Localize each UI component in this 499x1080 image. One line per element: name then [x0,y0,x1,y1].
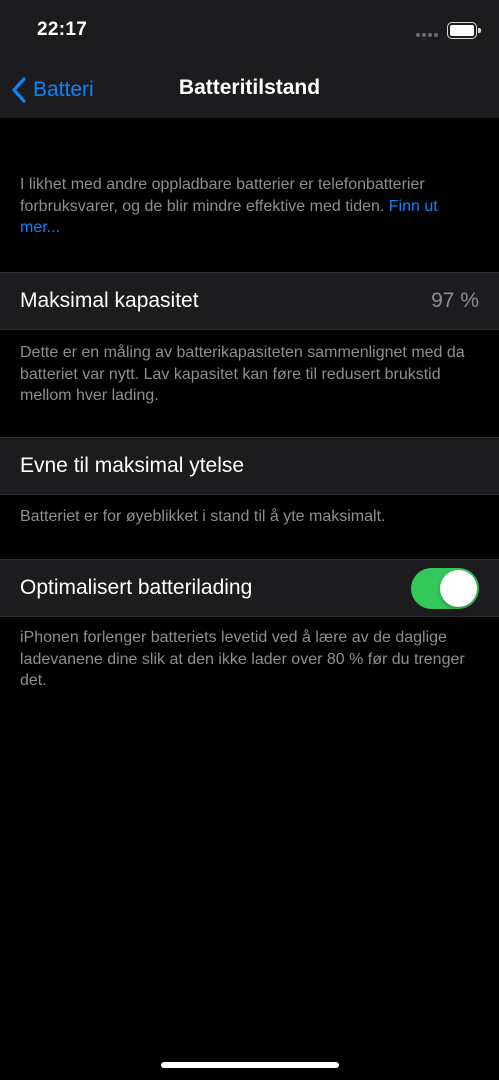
status-time: 22:17 [37,19,88,40]
navigation-bar: Batteritilstand Batteri [0,62,499,118]
max-capacity-footer: Dette er en måling av batterikapasiteten… [20,344,465,404]
peak-performance-footer: Batteriet er for øyeblikket i stand til … [20,508,386,525]
optimized-charging-footer: iPhonen forlenger batteriets levetid ved… [20,629,465,689]
max-capacity-value: 97 % [431,289,479,312]
battery-health-screen: 22:17 Batteritilstand Batteri I likhet m… [0,0,499,1080]
max-capacity-label: Maksimal kapasitet [20,289,199,312]
peak-performance-label: Evne til maksimal ytelse [20,454,245,477]
max-capacity-row: Maksimal kapasitet 97 % [0,272,499,330]
optimized-charging-label: Optimalisert batterilading [20,576,253,599]
back-button[interactable]: Batteri [10,62,94,118]
battery-icon [447,22,481,39]
toggle-knob [440,570,477,607]
signal-dots-icon [416,33,438,37]
optimized-charging-row: Optimalisert batterilading [0,559,499,617]
peak-performance-row: Evne til maksimal ytelse [0,437,499,495]
status-bar: 22:17 [0,0,499,62]
intro-text: I likhet med andre oppladbare batterier … [20,174,482,239]
home-indicator[interactable] [161,1062,339,1068]
intro-description: I likhet med andre oppladbare batterier … [20,176,425,215]
optimized-charging-toggle[interactable] [411,568,479,609]
chevron-left-icon [12,77,26,103]
back-button-label: Batteri [33,78,94,101]
